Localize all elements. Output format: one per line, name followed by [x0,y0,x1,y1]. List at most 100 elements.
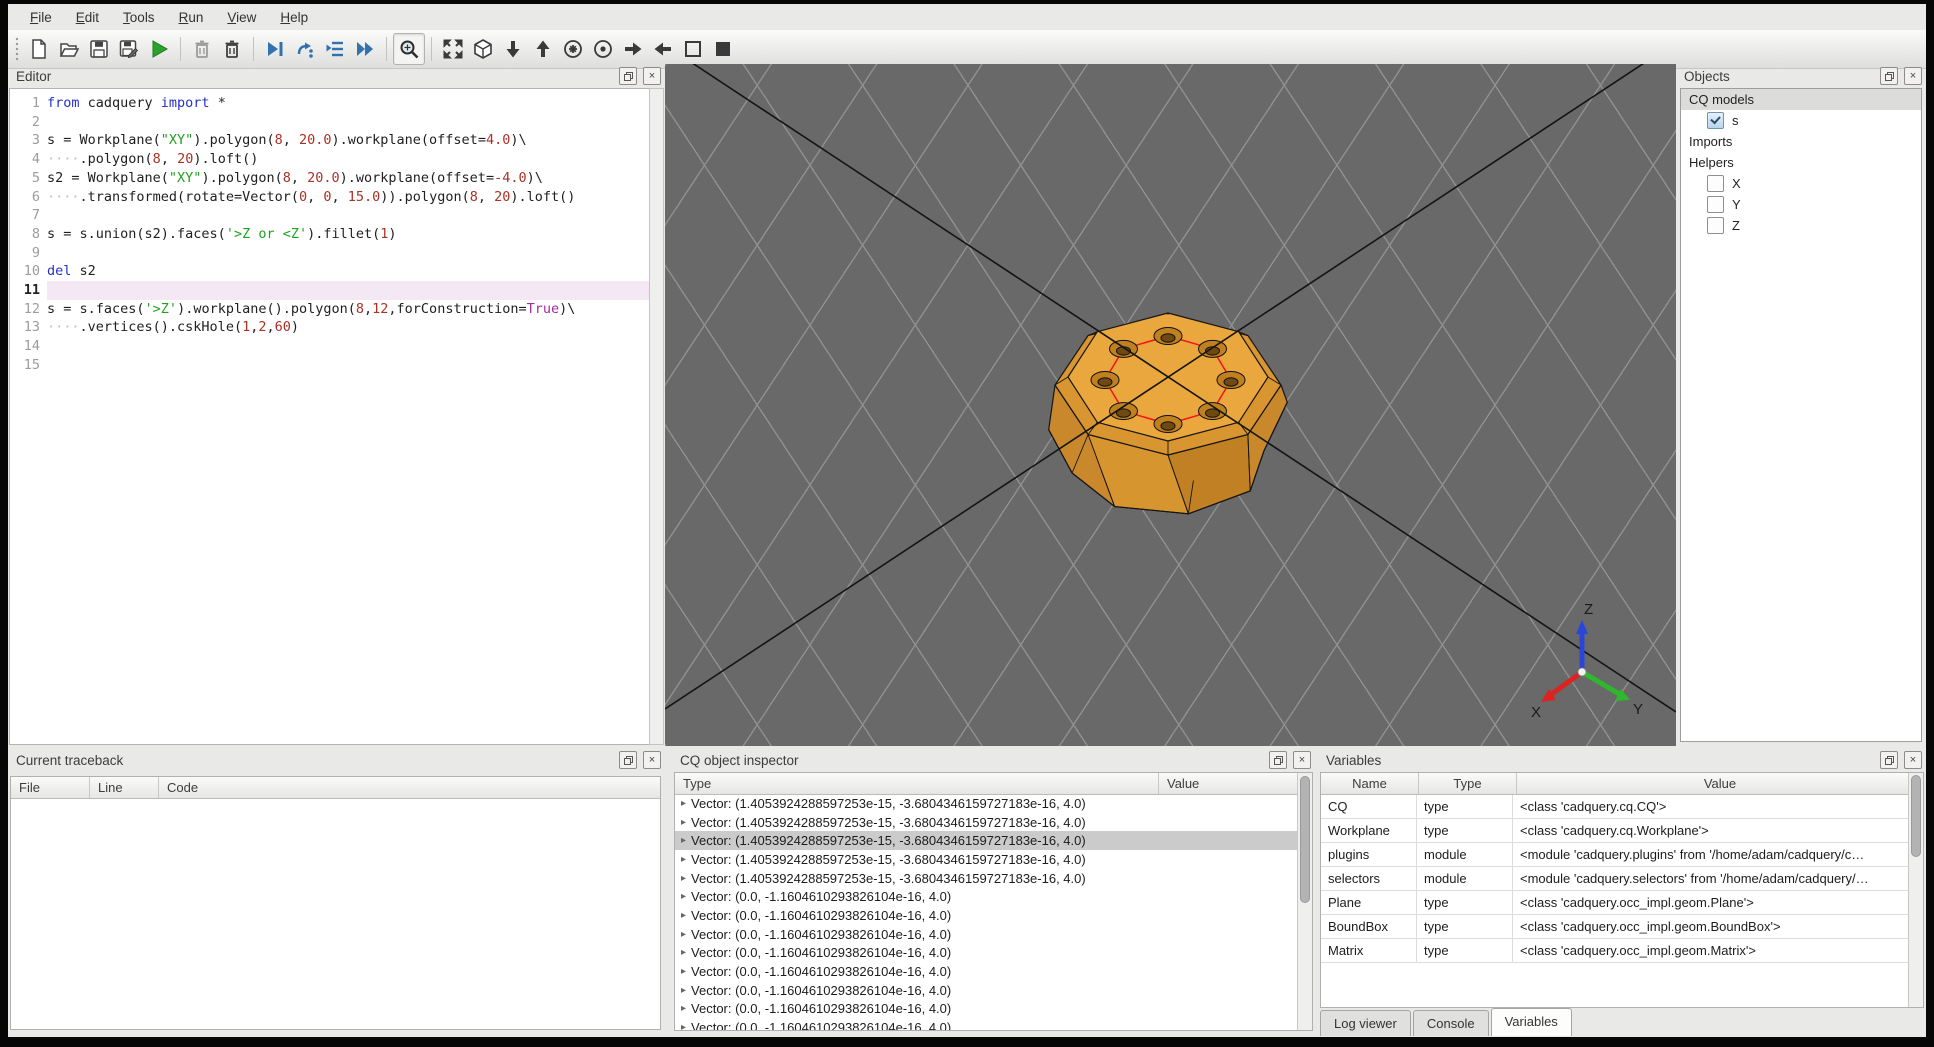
bottom-view-button[interactable] [528,34,558,64]
variable-row[interactable]: selectors module <module 'cadquery.selecto… [1321,867,1909,891]
shaded-view-button[interactable] [708,34,738,64]
3d-viewport[interactable]: Z X Y [665,64,1676,746]
toolbar-separator [253,37,254,61]
checkbox-y[interactable] [1707,196,1724,213]
close-panel-button[interactable]: × [643,751,661,769]
float-panel-button[interactable] [1880,67,1898,85]
cad-model[interactable] [1048,312,1288,515]
checkbox-x[interactable] [1707,175,1724,192]
column-header-name[interactable]: Name [1321,773,1419,794]
arrow-up-icon [536,40,550,57]
toolbar-drag-handle[interactable] [13,37,21,61]
menu-file[interactable]: File [20,7,62,28]
step-in-button[interactable] [320,34,350,64]
menu-tools[interactable]: Tools [113,7,165,28]
vector-row[interactable]: ▸ Vector: (0.0, -1.1604610293826104e-16, … [675,1018,1298,1030]
vector-row[interactable]: ▸ Vector: (0.0, -1.1604610293826104e-16, … [675,1000,1298,1019]
tab-variables[interactable]: Variables [1490,1008,1572,1036]
column-header-value[interactable]: Value [1159,773,1312,794]
float-panel-button[interactable] [1880,751,1898,769]
column-header-code[interactable]: Code [159,777,660,798]
tree-item-s[interactable]: s [1681,110,1921,131]
save-button[interactable] [84,34,114,64]
tree-group-cq-models[interactable]: CQ models [1681,89,1921,110]
cq-object-inspector-panel: CQ object inspector × Type Value ▸ Vector… [672,748,1315,1033]
close-panel-button[interactable]: × [1293,751,1311,769]
tab-log-viewer[interactable]: Log viewer [1320,1010,1411,1036]
menu-edit[interactable]: Edit [66,7,109,28]
variable-row[interactable]: CQ type <class 'cadquery.cq.CQ'> [1321,795,1909,819]
render-button[interactable] [144,34,174,64]
column-header-type[interactable]: Type [675,773,1159,794]
close-panel-button[interactable]: × [1904,67,1922,85]
top-view-button[interactable] [498,34,528,64]
tree-item-y[interactable]: Y [1681,194,1921,215]
iso-view-button[interactable] [468,34,498,64]
vector-row[interactable]: ▸ Vector: (1.4053924288597253e-15, -3.680… [675,869,1298,888]
traceback-panel-title: Current traceback [16,752,124,768]
wireframe-view-button[interactable] [678,34,708,64]
fit-view-button[interactable] [438,34,468,64]
column-header-file[interactable]: File [11,777,90,798]
vector-row[interactable]: ▸ Vector: (0.0, -1.1604610293826104e-16, … [675,906,1298,925]
code-editor[interactable]: 1 from cadquery import * 2 3s = Workplane… [9,88,651,745]
variable-row[interactable]: plugins module <module 'cadquery.plugins' … [1321,843,1909,867]
vector-row[interactable]: ▸ Vector: (1.4053924288597253e-15, -3.680… [675,794,1298,813]
left-view-button[interactable] [618,34,648,64]
axis-label-x: X [1531,704,1541,721]
variable-row[interactable]: Plane type <class 'cadquery.occ_impl.geom.… [1321,891,1909,915]
tree-group-imports[interactable]: Imports [1681,131,1921,152]
objects-panel: Objects × CQ models s Imports Helpers X … [1676,64,1926,746]
menu-run[interactable]: Run [169,7,214,28]
vector-row[interactable]: ▸ Vector: (0.0, -1.1604610293826104e-16, … [675,981,1298,1000]
checkbox-s[interactable] [1707,112,1724,129]
float-panel-button[interactable] [619,751,637,769]
variable-row[interactable]: BoundBox type <class 'cadquery.occ_impl.ge… [1321,915,1909,939]
column-header-line[interactable]: Line [90,777,159,798]
inspect-toggle-button[interactable] [393,33,425,65]
menu-help[interactable]: Help [270,7,318,28]
debug-button[interactable] [260,34,290,64]
application-window: File Edit Tools Run View Help Editor × 1… [0,0,1934,1047]
editor-scrollbar[interactable] [649,88,664,745]
delete-all-button[interactable] [217,34,247,64]
tab-console[interactable]: Console [1412,1010,1489,1036]
float-panel-button[interactable] [619,67,637,85]
save-as-icon [119,40,139,59]
open-folder-icon [59,43,80,57]
checkbox-z[interactable] [1707,217,1724,234]
new-file-button[interactable] [24,34,54,64]
variable-row[interactable]: Workplane type <class 'cadquery.cq.Workpla… [1321,819,1909,843]
float-panel-button[interactable] [1269,751,1287,769]
column-header-value[interactable]: Value [1517,773,1923,794]
delete-button[interactable] [187,34,217,64]
vector-row[interactable]: ▸ Vector: (1.4053924288597253e-15, -3.680… [675,813,1298,832]
vector-row-selected[interactable]: ▸ Vector: (1.4053924288597253e-15, -3.680… [675,831,1298,851]
vector-row[interactable]: ▸ Vector: (1.4053924288597253e-15, -3.680… [675,850,1298,869]
menu-view[interactable]: View [217,7,266,28]
open-button[interactable] [54,34,84,64]
vector-row[interactable]: ▸ Vector: (0.0, -1.1604610293826104e-16, … [675,887,1298,906]
tree-item-x[interactable]: X [1681,173,1921,194]
close-panel-button[interactable]: × [1904,751,1922,769]
save-as-button[interactable] [114,34,144,64]
front-view-button[interactable] [558,34,588,64]
continue-button[interactable] [350,34,380,64]
inspector-scrollbar[interactable] [1297,773,1312,1030]
variable-row[interactable]: Matrix type <class 'cadquery.occ_impl.geom… [1321,939,1909,963]
objects-tree: CQ models s Imports Helpers X Y Z [1680,88,1922,742]
code-line: 6 ····.transformed(rotate=Vector(0, 0, 15… [31,188,576,205]
variables-scrollbar[interactable] [1908,773,1923,1007]
back-view-button[interactable] [588,34,618,64]
right-view-button[interactable] [648,34,678,64]
variables-rows: CQ type <class 'cadquery.cq.CQ'> Workplane… [1321,795,1909,1007]
vector-row[interactable]: ▸ Vector: (0.0, -1.1604610293826104e-16, … [675,944,1298,963]
step-button[interactable] [290,34,320,64]
vector-row[interactable]: ▸ Vector: (0.0, -1.1604610293826104e-16, … [675,962,1298,981]
tree-item-z[interactable]: Z [1681,215,1921,236]
close-icon: × [1298,753,1306,766]
close-panel-button[interactable]: × [643,67,661,85]
tree-group-helpers[interactable]: Helpers [1681,152,1921,173]
column-header-type[interactable]: Type [1419,773,1517,794]
vector-row[interactable]: ▸ Vector: (0.0, -1.1604610293826104e-16, … [675,925,1298,944]
